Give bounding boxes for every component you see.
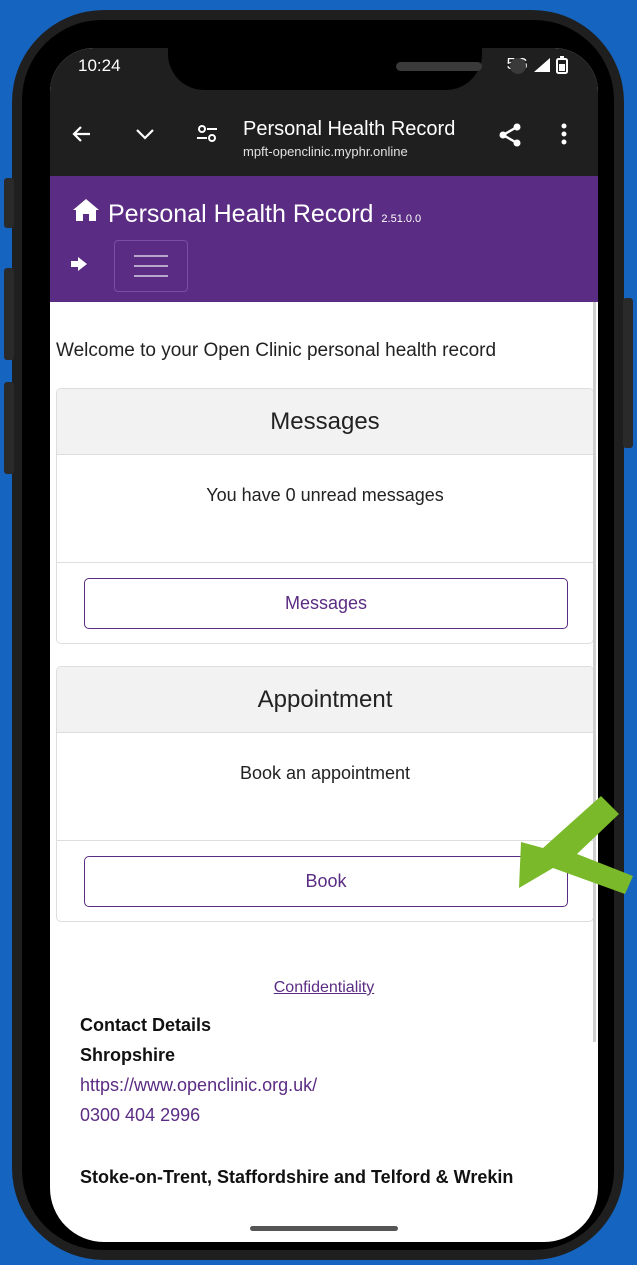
share-icon[interactable] [497,122,523,154]
messages-card-title: Messages [57,389,593,455]
appointment-card-title: Appointment [57,667,593,733]
browser-toolbar: Personal Health Record mpft-openclinic.m… [50,104,598,176]
signal-icon [534,58,550,72]
browser-url[interactable]: mpft-openclinic.myphr.online [243,144,408,159]
home-icon [73,199,99,221]
chevron-down-icon[interactable] [133,122,157,152]
brand-title: Personal Health Record [108,200,374,228]
phone-screen: 10:24 5G Personal Health Record mpft-ope… [50,48,598,1242]
hamburger-icon [134,255,168,257]
gesture-home-bar[interactable] [250,1226,398,1231]
app-version: 2.51.0.0 [381,213,422,225]
book-button[interactable]: Book [84,856,568,907]
phone-power-button [623,298,633,448]
phone-volume-up-button [4,268,14,360]
menu-toggle-button[interactable] [114,240,188,292]
site-settings-icon[interactable] [195,122,219,152]
confidentiality-link[interactable]: Confidentiality [50,979,598,997]
more-options-icon[interactable] [560,122,568,152]
appointment-card-body: Book an appointment [57,733,593,841]
contact-heading: Contact Details [80,1015,212,1035]
hamburger-line [134,275,168,277]
phone-link[interactable]: 0300 404 2996 [80,1105,200,1126]
phone-action-button [4,178,14,228]
appointment-card: Appointment Book an appointment Book [56,666,594,922]
region-shropshire: Shropshire [80,1045,176,1065]
browser-page-title[interactable]: Personal Health Record [243,118,455,141]
brand-link[interactable]: Personal Health Record 2.51.0.0 [72,198,421,229]
messages-card-body: You have 0 unread messages [57,455,593,563]
back-arrow-icon[interactable] [70,122,94,152]
app-navbar: Personal Health Record 2.51.0.0 [50,176,598,302]
camera-notch [168,48,526,90]
speaker-grille [396,62,482,71]
phone-volume-down-button [4,382,14,474]
appointment-card-footer: Book [57,841,593,921]
welcome-text: Welcome to your Open Clinic personal hea… [56,340,497,361]
messages-card: Messages You have 0 unread messages Mess… [56,388,594,644]
green-arrow-pointer [519,796,633,894]
messages-button[interactable]: Messages [84,578,568,629]
logout-icon[interactable] [70,256,88,277]
battery-icon [556,56,568,74]
page-scrollbar[interactable] [593,302,596,1042]
openclinic-link[interactable]: https://www.openclinic.org.uk/ [80,1075,317,1096]
hamburger-line [134,265,168,267]
region-stoke: Stoke-on-Trent, Staffordshire and Telfor… [80,1167,514,1187]
status-time: 10:24 [78,56,121,75]
messages-card-footer: Messages [57,563,593,643]
front-camera [510,58,526,74]
